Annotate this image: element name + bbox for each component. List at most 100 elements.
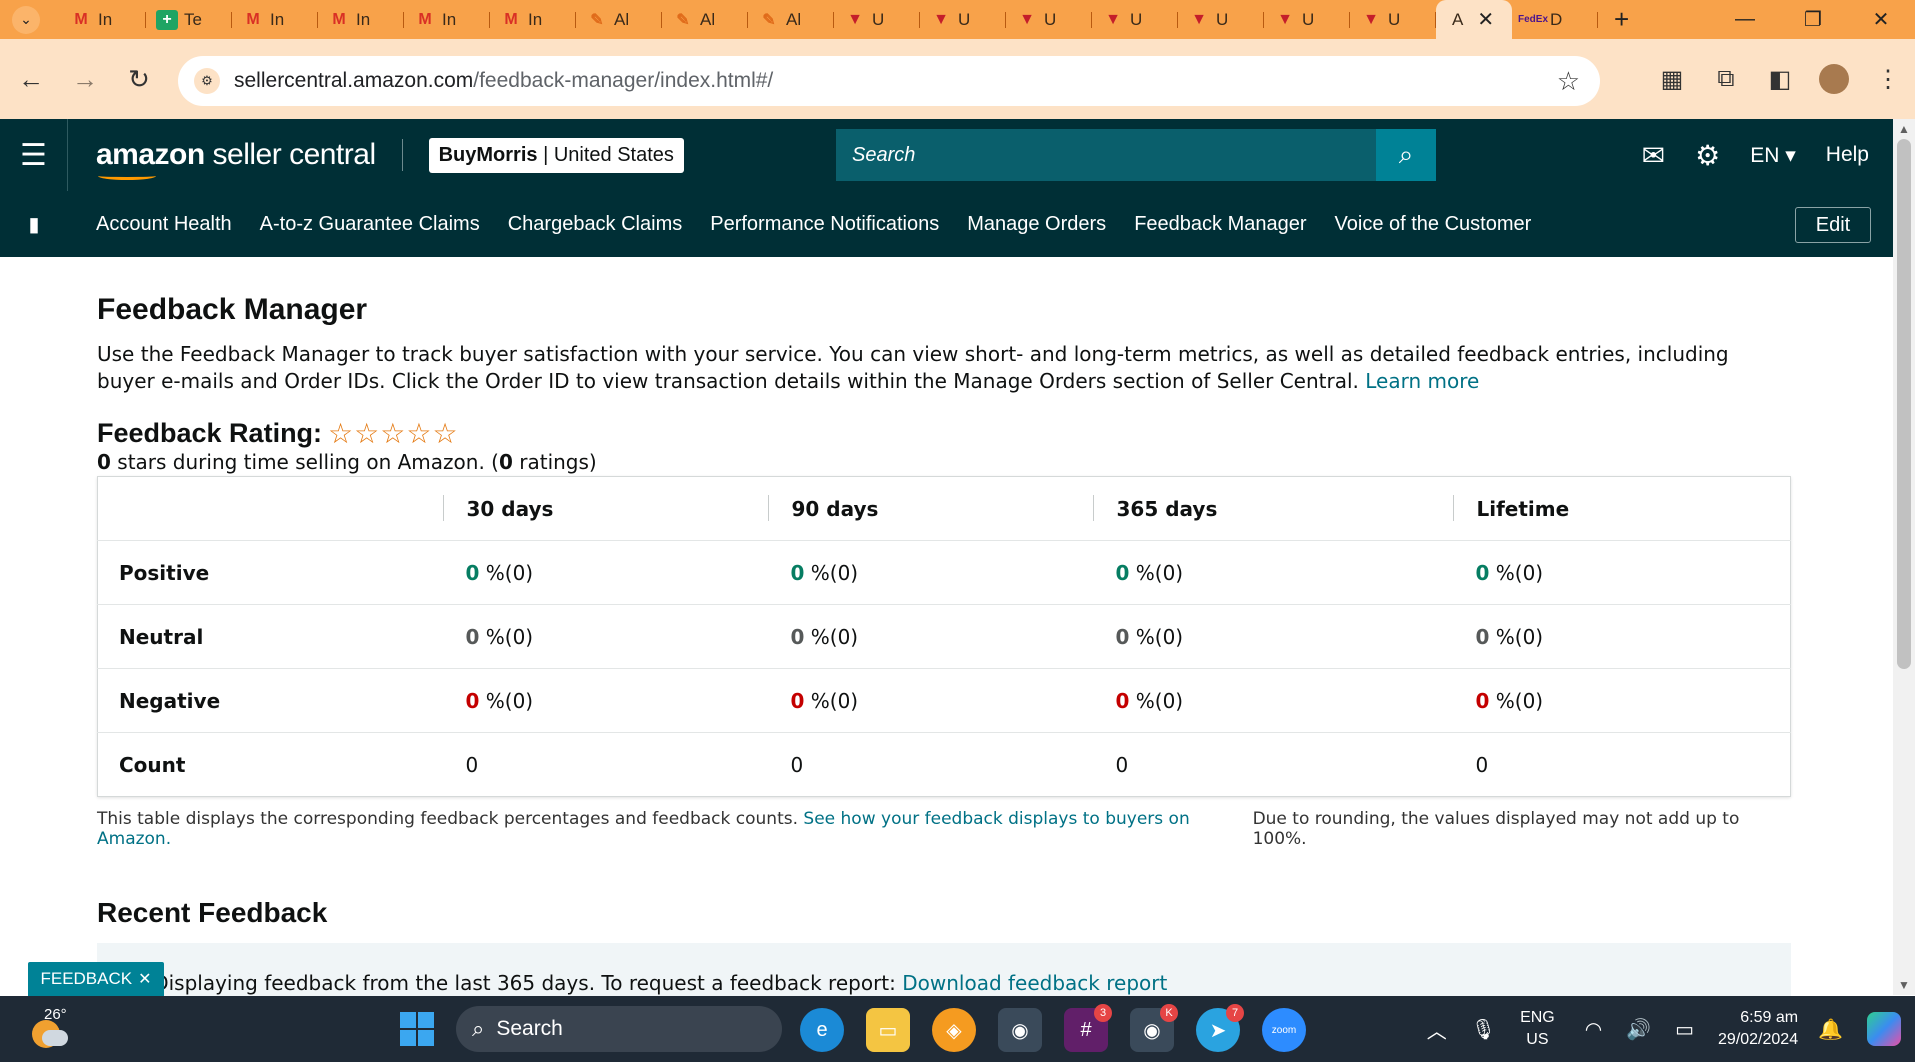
nav-performance-notifications[interactable]: Performance Notifications [710, 213, 939, 236]
back-arrow-icon[interactable]: ← [4, 64, 58, 95]
sidepanel-icon[interactable]: ◧ [1753, 65, 1807, 94]
weather-widget[interactable]: 26° [28, 1006, 76, 1052]
slack-icon[interactable]: #3 [1064, 1004, 1112, 1052]
tab-label: In [442, 9, 457, 29]
browser-tab[interactable]: ▼ U [1006, 0, 1092, 39]
chrome-profile-icon[interactable]: ◉ K [1130, 1004, 1178, 1052]
nav-manage-orders[interactable]: Manage Orders [967, 213, 1106, 236]
table-cell: 0 %(0) [1452, 668, 1791, 733]
file-explorer-icon[interactable]: ▭ [866, 1008, 910, 1052]
forward-arrow-icon[interactable]: → [58, 64, 112, 95]
feedback-widget-button[interactable]: FEEDBACK ✕ [28, 962, 164, 996]
volume-icon[interactable]: 🔊 [1626, 1017, 1651, 1042]
new-tab-button[interactable]: + [1614, 4, 1629, 35]
scroll-up-icon[interactable]: ▲ [1893, 119, 1915, 139]
nav-account-health[interactable]: Account Health [96, 213, 232, 236]
nav-chargeback-claims[interactable]: Chargeback Claims [508, 213, 683, 236]
reload-icon[interactable]: ↻ [112, 64, 166, 95]
tab-fedex[interactable]: FedEx D [1512, 0, 1598, 39]
table-cell: 0 [1093, 733, 1453, 797]
close-window-icon[interactable]: ✕ [1847, 7, 1915, 32]
copilot-icon[interactable] [1867, 1012, 1901, 1046]
url-text: sellercentral.amazon.com/feedback-manage… [234, 69, 773, 93]
battery-icon[interactable]: ▭ [1675, 1017, 1694, 1042]
browser-tab[interactable]: ✎ Al [576, 0, 662, 39]
browser-tab[interactable]: ▼ U [1264, 0, 1350, 39]
brave-icon[interactable]: ◈ [932, 1008, 976, 1052]
address-bar[interactable]: ⚙ sellercentral.amazon.com/feedback-mana… [178, 56, 1600, 106]
wifi-icon[interactable]: ◠ [1585, 1017, 1602, 1042]
tab-active[interactable]: A ✕ [1436, 0, 1512, 39]
table-header: Lifetime [1452, 476, 1791, 541]
profile-avatar[interactable] [1819, 64, 1849, 94]
browser-tab[interactable]: ✎ Al [748, 0, 834, 39]
qr-code-icon[interactable]: ▦ [1645, 65, 1699, 94]
bookmark-icon[interactable]: ▮ [0, 212, 68, 237]
browser-tab[interactable]: ▼ U [1350, 0, 1436, 39]
cell-value: 0 [1115, 624, 1130, 649]
zoom-icon[interactable]: zoom [1262, 1008, 1306, 1052]
nav-voice-of-customer[interactable]: Voice of the Customer [1335, 213, 1532, 236]
browser-tab[interactable]: ▼ U [1178, 0, 1264, 39]
close-icon[interactable]: ✕ [138, 969, 151, 989]
scroll-down-icon[interactable]: ▼ [1893, 975, 1915, 995]
browser-tab[interactable]: M In [232, 0, 318, 39]
browser-tab[interactable]: + Te [146, 0, 232, 39]
windows-start-icon[interactable] [400, 1012, 434, 1046]
browser-tab[interactable]: ▼ U [920, 0, 1006, 39]
language-selector[interactable]: EN ▾ [1750, 143, 1796, 168]
cell-suffix: %(0) [1129, 624, 1184, 649]
tab-label: U [958, 9, 971, 29]
taskbar-search[interactable]: ⌕ Search [456, 1006, 782, 1052]
site-info-icon[interactable]: ⚙ [194, 68, 220, 94]
edit-nav-button[interactable]: Edit [1795, 207, 1871, 243]
chevron-up-icon[interactable]: ︿ [1427, 1015, 1447, 1044]
search-icon[interactable]: ⌕ [1376, 129, 1436, 181]
download-report-link[interactable]: Download feedback report [902, 971, 1167, 995]
minimize-icon[interactable]: — [1711, 8, 1779, 31]
clock[interactable]: 6:59 am 29/02/2024 [1718, 1007, 1798, 1051]
browser-tab[interactable]: ✎ Al [662, 0, 748, 39]
tab-search-button[interactable]: ⌄ [12, 5, 40, 34]
store-switcher[interactable]: BuyMorris | United States [428, 137, 684, 173]
browser-tab[interactable]: ▼ U [1092, 0, 1178, 39]
input-language[interactable]: ENG US [1520, 1007, 1555, 1051]
browser-tab[interactable]: M In [404, 0, 490, 39]
nav-a-to-z-claims[interactable]: A-to-z Guarantee Claims [260, 213, 480, 236]
close-tab-icon[interactable]: ✕ [1477, 7, 1494, 32]
rating-count: 0 [498, 450, 513, 474]
page-scrollbar[interactable]: ▲ ▼ [1893, 119, 1915, 995]
seller-central-logo[interactable]: amazon seller central [96, 138, 376, 180]
restore-icon[interactable]: ❐ [1779, 7, 1847, 32]
help-link[interactable]: Help [1826, 143, 1869, 167]
browser-tab[interactable]: ▼ U [834, 0, 920, 39]
tab-label: U [1216, 9, 1229, 29]
browser-tab[interactable]: M In [318, 0, 404, 39]
scroll-thumb[interactable] [1897, 139, 1911, 669]
chrome-icon[interactable]: ◉ [998, 1008, 1042, 1052]
cell-value: 0 [790, 688, 805, 713]
cell-suffix: %(0) [1129, 688, 1184, 713]
telegram-icon[interactable]: ➤ 7 [1196, 1004, 1244, 1052]
rating-sub-mid: stars during time selling on Amazon. ( [110, 450, 499, 474]
search-input[interactable]: Search [836, 129, 1376, 181]
edge-icon[interactable]: e [800, 1008, 844, 1052]
browser-tab[interactable]: M In [60, 0, 146, 39]
intro-text: Use the Feedback Manager to track buyer … [97, 341, 1791, 395]
browser-toolbar: ← → ↻ ⚙ sellercentral.amazon.com/feedbac… [0, 39, 1915, 119]
nav-feedback-manager[interactable]: Feedback Manager [1134, 213, 1306, 236]
cell-value: 0 [1475, 624, 1490, 649]
notification-bell-icon[interactable]: 🔔 [1818, 1017, 1843, 1042]
microphone-icon[interactable]: 🎙 [1471, 1017, 1496, 1042]
tab-label: U [1302, 9, 1315, 29]
bookmark-star-icon[interactable]: ☆ [1557, 66, 1580, 97]
browser-menu-icon[interactable]: ⋮ [1861, 65, 1915, 94]
logo-amazon: amazon [96, 138, 205, 171]
gear-icon[interactable]: ⚙ [1695, 139, 1720, 172]
learn-more-link[interactable]: Learn more [1365, 369, 1479, 393]
extensions-icon[interactable]: ⧉ [1699, 65, 1753, 93]
table-cell: 0 %(0) [1452, 540, 1791, 605]
mail-icon[interactable]: ✉ [1642, 139, 1665, 172]
menu-icon[interactable]: ☰ [0, 119, 68, 191]
browser-tab[interactable]: M In [490, 0, 576, 39]
